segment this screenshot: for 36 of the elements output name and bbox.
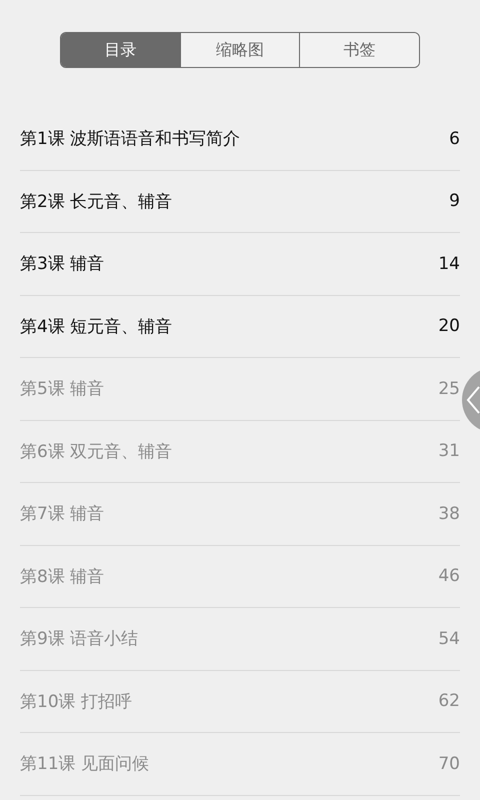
- page-number: 62: [438, 691, 460, 712]
- page-number: 14: [438, 254, 460, 274]
- page-number: 46: [438, 566, 460, 586]
- chapter-title: 第7课 辅音: [20, 503, 104, 526]
- page-number: 38: [438, 504, 460, 524]
- chapter-row[interactable]: 第3课 辅音 14: [20, 233, 460, 296]
- chapter-title: 第5课 辅音: [20, 378, 104, 400]
- tab[interactable]: 书签: [299, 33, 419, 67]
- page-number: 9: [449, 191, 460, 212]
- page-number: 70: [438, 754, 460, 774]
- chapter-row[interactable]: 第7课 辅音 38: [20, 483, 460, 546]
- chapter-row[interactable]: 第2课 长元音、辅音 9: [20, 170, 460, 233]
- page-number: 20: [438, 316, 460, 336]
- chapter-title: 第8课 辅音: [20, 566, 104, 588]
- chapter-row[interactable]: 第5课 辅音 25: [20, 358, 460, 420]
- chapter-row[interactable]: 第9课 语音小结 54: [20, 608, 460, 670]
- chapter-title: 第6课 双元音、辅音: [20, 440, 172, 463]
- chapter-row[interactable]: 第10课 打招呼 62: [20, 670, 460, 733]
- page-number: 6: [449, 128, 460, 149]
- chapter-row[interactable]: 第11课 见面问候 70: [20, 733, 460, 796]
- chapter-title: 第2课 长元音、辅音: [20, 190, 172, 213]
- page-number: 54: [438, 628, 460, 649]
- page-number: 31: [438, 441, 460, 462]
- chevron-left-icon: [466, 386, 480, 414]
- page-number: 25: [438, 378, 460, 399]
- chapter-title: 第4课 短元音、辅音: [20, 316, 172, 338]
- chapter-title: 第3课 辅音: [20, 253, 104, 276]
- chapter-title: 第10课 打招呼: [20, 690, 132, 713]
- chapter-title: 第9课 语音小结: [20, 628, 138, 650]
- chapter-row[interactable]: 第8课 辅音 46: [20, 546, 460, 608]
- chapter-title: 第1课 波斯语语音和书写简介: [20, 128, 240, 150]
- tab[interactable]: 目录: [61, 33, 180, 67]
- chapter-title: 第11课 见面问候: [20, 753, 150, 776]
- chapter-row[interactable]: 第4课 短元音、辅音 20: [20, 296, 460, 358]
- chapter-row[interactable]: 第6课 双元音、辅音 31: [20, 420, 460, 483]
- chapter-row[interactable]: 第1课 波斯语语音和书写简介 6: [20, 108, 460, 170]
